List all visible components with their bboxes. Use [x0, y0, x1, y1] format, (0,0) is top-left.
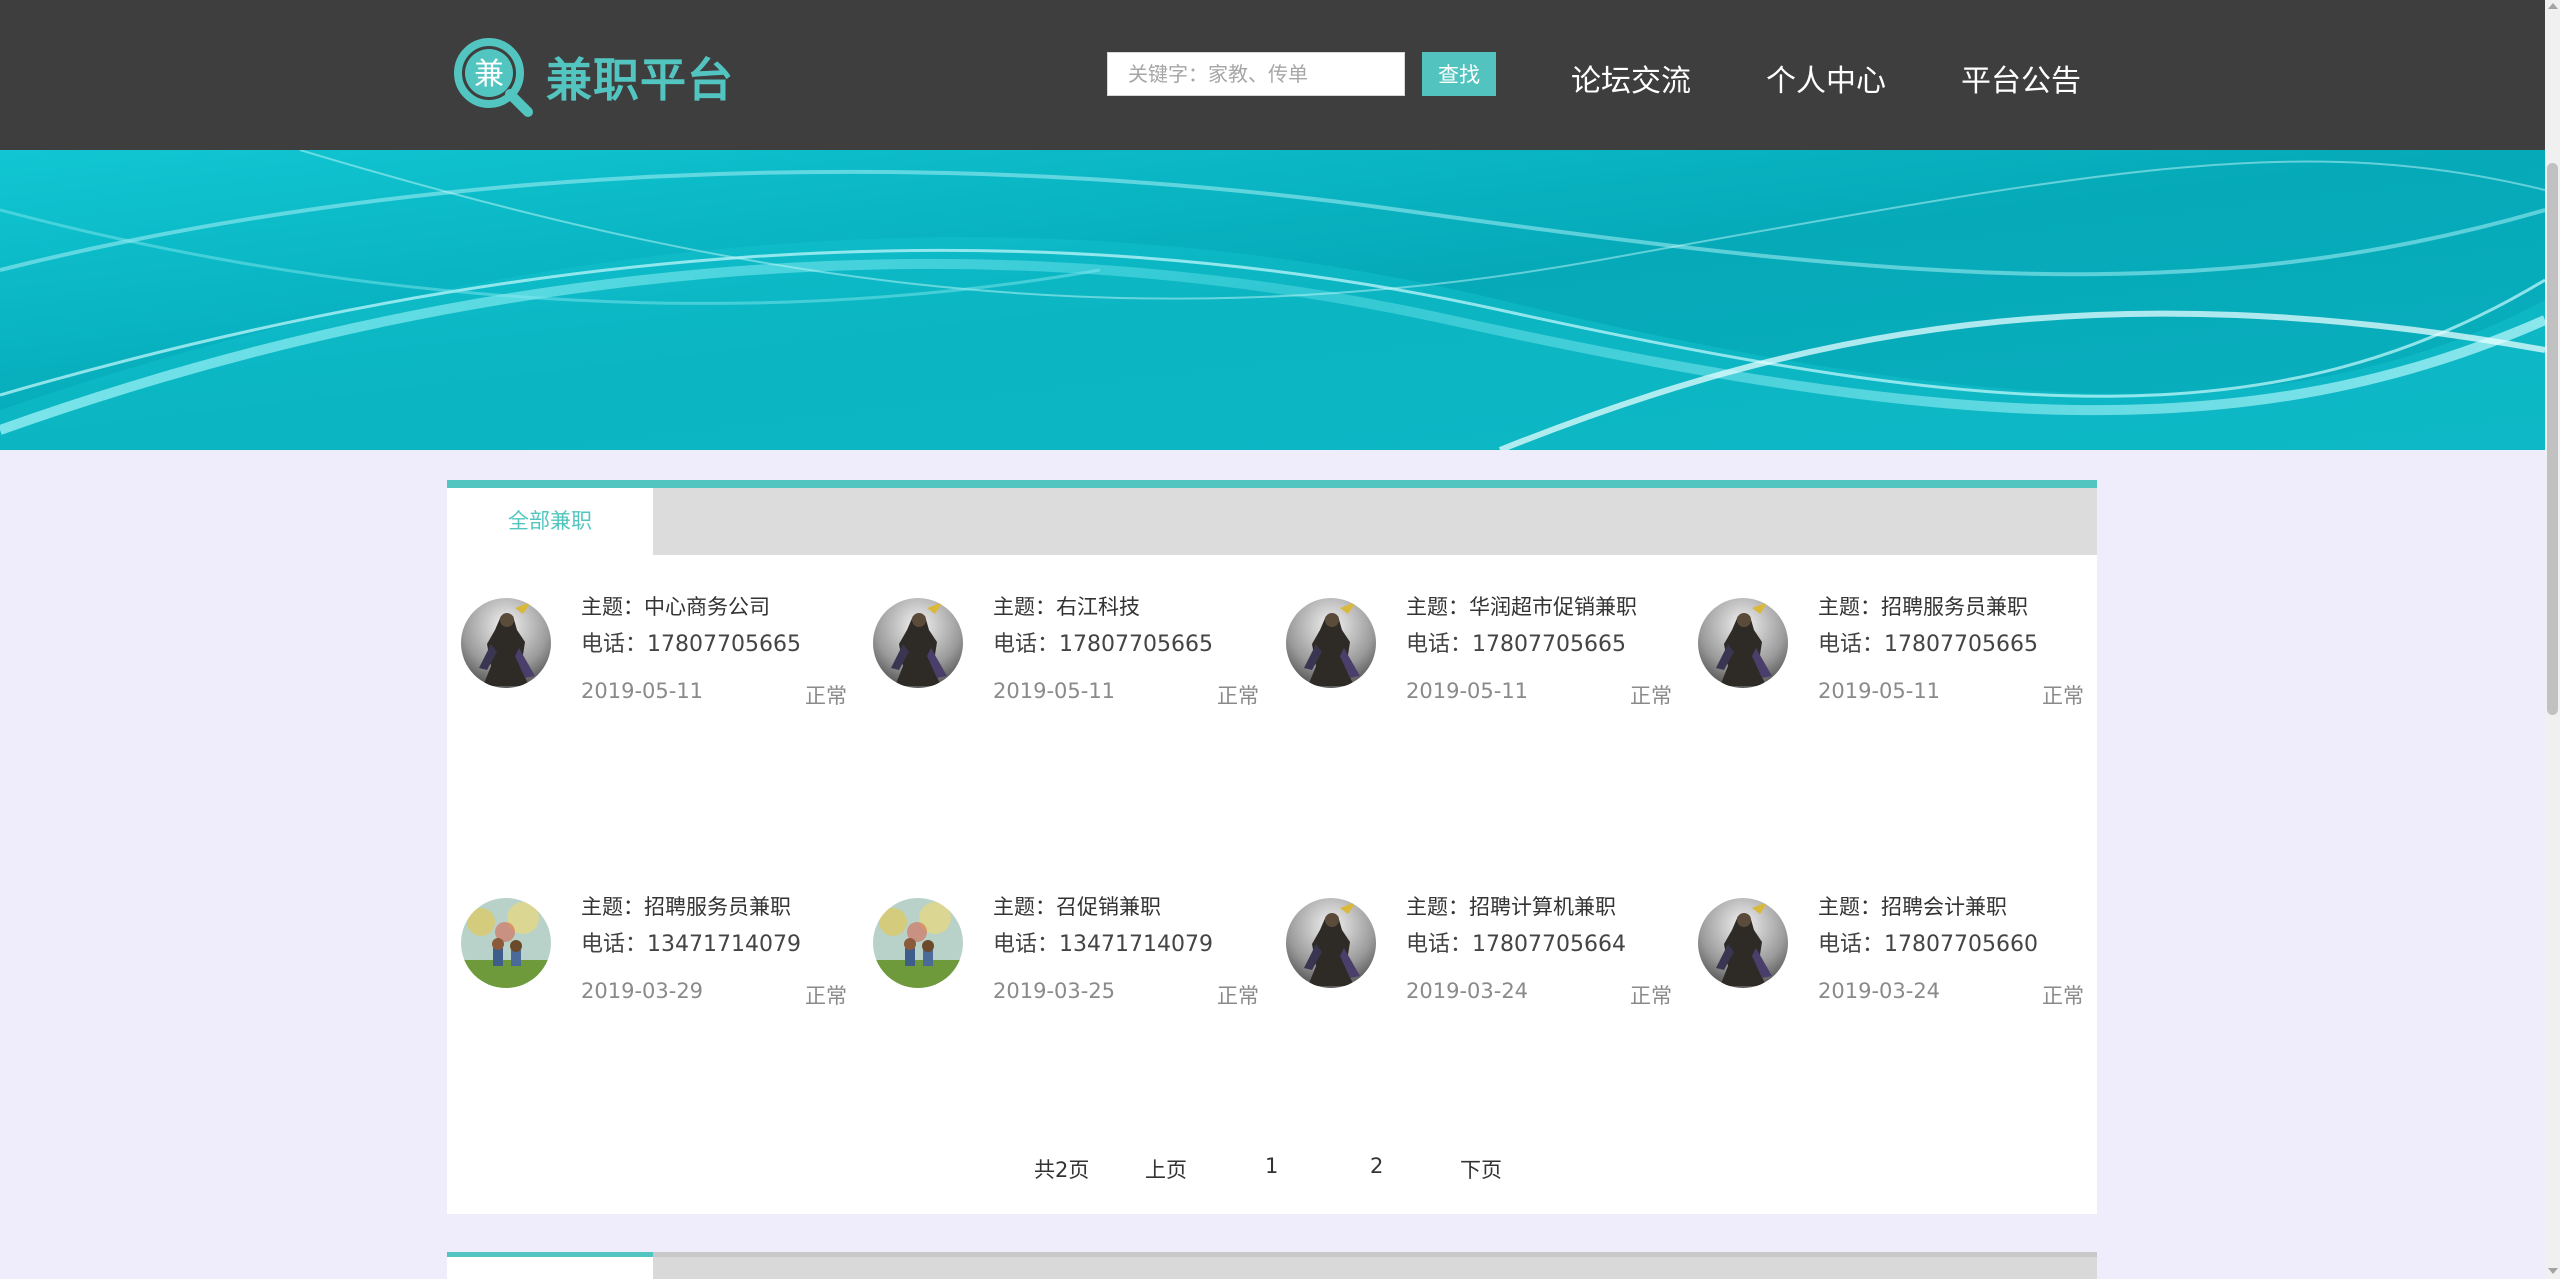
job-status: 正常 — [805, 684, 847, 708]
banner-carousel[interactable] — [0, 150, 2545, 450]
warrior-avatar-icon — [1286, 898, 1376, 988]
logo-glyph: 兼 — [474, 57, 504, 92]
warrior-avatar-icon — [1698, 898, 1788, 988]
panel-accent-bar — [447, 480, 2097, 488]
pagination-next[interactable]: 下页 — [1460, 1154, 1502, 1184]
job-phone: 电话：17807705665 — [993, 632, 1213, 657]
search-button[interactable]: 查找 — [1422, 52, 1496, 96]
job-status: 正常 — [2042, 684, 2084, 708]
job-date: 2019-05-11 — [1818, 679, 1941, 703]
job-title: 主题：招聘会计兼职 — [1818, 895, 2007, 919]
job-status: 正常 — [1630, 984, 1672, 1008]
tab-strip — [447, 488, 2097, 555]
tab-all-jobs[interactable]: 全部兼职 — [447, 488, 653, 555]
job-card[interactable]: 主题：中心商务公司 电话：17807705665 2019-05-11 正常 — [447, 568, 859, 708]
nav-announcements[interactable]: 平台公告 — [1961, 56, 2081, 100]
job-status: 正常 — [1217, 984, 1259, 1008]
warrior-avatar-icon — [1286, 598, 1376, 688]
job-date: 2019-05-11 — [581, 679, 704, 703]
job-card[interactable]: 主题：招聘服务员兼职 电话：17807705665 2019-05-11 正常 — [1684, 568, 2096, 708]
site-title[interactable]: 兼职平台 — [546, 44, 734, 110]
job-phone: 电话：17807705665 — [1406, 632, 1626, 657]
second-panel-tab[interactable] — [447, 1257, 653, 1279]
second-panel — [447, 1252, 2097, 1279]
pagination-total: 共2页 — [1034, 1158, 1090, 1182]
scrollbar-thumb[interactable] — [2547, 163, 2558, 715]
job-phone: 电话：17807705660 — [1818, 932, 2038, 957]
fireworks-avatar-icon — [873, 898, 963, 988]
job-phone: 电话：13471714079 — [581, 932, 801, 957]
job-card[interactable]: 主题：招聘会计兼职 电话：17807705660 2019-03-24 正常 — [1684, 868, 2096, 1008]
job-date: 2019-03-25 — [993, 979, 1116, 1003]
job-status: 正常 — [805, 984, 847, 1008]
job-phone: 电话：17807705665 — [1818, 632, 2038, 657]
job-title: 主题：中心商务公司 — [581, 595, 770, 619]
job-title: 主题：招聘计算机兼职 — [1406, 895, 1616, 919]
job-card[interactable]: 主题：右江科技 电话：17807705665 2019-05-11 正常 — [859, 568, 1271, 708]
job-status: 正常 — [1630, 684, 1672, 708]
warrior-avatar-icon — [873, 598, 963, 688]
banner-waves-image — [0, 150, 2545, 450]
job-date: 2019-03-29 — [581, 979, 704, 1003]
job-phone: 电话：17807705664 — [1406, 932, 1626, 957]
nav-personal-center[interactable]: 个人中心 — [1766, 56, 1886, 100]
job-date: 2019-03-24 — [1406, 979, 1529, 1003]
job-phone: 电话：13471714079 — [993, 932, 1213, 957]
job-title: 主题：右江科技 — [993, 595, 1140, 619]
job-card[interactable]: 主题：招聘计算机兼职 电话：17807705664 2019-03-24 正常 — [1272, 868, 1684, 1008]
nav-forum[interactable]: 论坛交流 — [1571, 56, 1691, 100]
job-title: 主题：华润超市促销兼职 — [1406, 595, 1637, 619]
job-phone: 电话：17807705665 — [581, 632, 801, 657]
job-title: 主题：召促销兼职 — [993, 895, 1161, 919]
job-status: 正常 — [1217, 684, 1259, 708]
job-date: 2019-03-24 — [1818, 979, 1941, 1003]
job-card[interactable]: 主题：华润超市促销兼职 电话：17807705665 2019-05-11 正常 — [1272, 568, 1684, 708]
pagination-page-1[interactable]: 1 — [1265, 1154, 1278, 1178]
job-card[interactable]: 主题：招聘服务员兼职 电话：13471714079 2019-03-29 正常 — [447, 868, 859, 1008]
second-panel-bar — [447, 1252, 2097, 1257]
scroll-down-arrow-icon[interactable] — [2548, 1268, 2558, 1274]
top-header: 兼 兼职平台 查找 论坛交流 个人中心 平台公告 — [0, 0, 2545, 150]
jobs-panel: 全部兼职 主题：中心商务公司 电话：17807705665 2019-05-11… — [447, 480, 2097, 1214]
fireworks-avatar-icon — [461, 898, 551, 988]
warrior-avatar-icon — [1698, 598, 1788, 688]
pagination-prev[interactable]: 上页 — [1145, 1154, 1187, 1184]
job-status: 正常 — [2042, 984, 2084, 1008]
job-date: 2019-05-11 — [993, 679, 1116, 703]
job-title: 主题：招聘服务员兼职 — [1818, 595, 2028, 619]
job-date: 2019-05-11 — [1406, 679, 1529, 703]
pagination-page-2[interactable]: 2 — [1370, 1154, 1383, 1178]
logo-icon[interactable]: 兼 — [452, 36, 542, 118]
warrior-avatar-icon — [461, 598, 551, 688]
job-title: 主题：招聘服务员兼职 — [581, 895, 791, 919]
scroll-up-arrow-icon[interactable] — [2548, 3, 2558, 9]
search-input[interactable] — [1107, 52, 1405, 96]
job-card[interactable]: 主题：召促销兼职 电话：13471714079 2019-03-25 正常 — [859, 868, 1271, 1008]
